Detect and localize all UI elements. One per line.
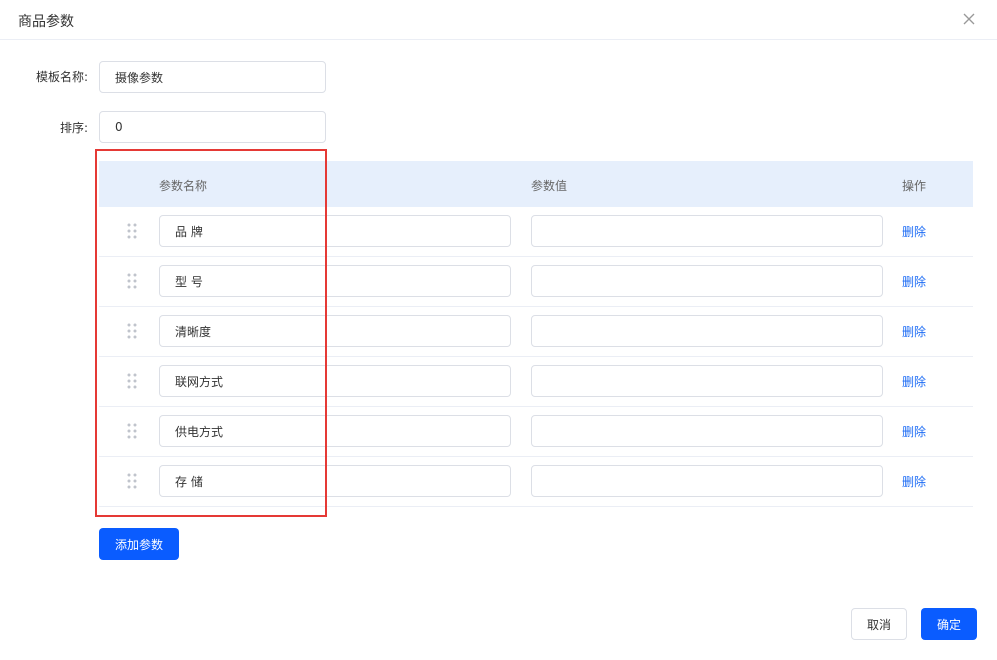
header-param-name: 参数名称 xyxy=(159,179,208,193)
delete-link[interactable]: 删除 xyxy=(902,473,926,490)
delete-link[interactable]: 删除 xyxy=(902,373,926,390)
table-row: 删除 xyxy=(99,307,973,357)
param-name-input[interactable] xyxy=(159,465,511,497)
table-row: 删除 xyxy=(99,257,973,307)
dialog-title: 商品参数 xyxy=(18,14,74,30)
param-table-header: 参数名称 参数值 操作 xyxy=(99,161,973,207)
cancel-button[interactable]: 取消 xyxy=(851,608,907,640)
drag-handle-icon[interactable] xyxy=(127,223,137,239)
delete-link[interactable]: 删除 xyxy=(902,273,926,290)
drag-handle-icon[interactable] xyxy=(127,373,137,389)
param-name-input[interactable] xyxy=(159,215,511,247)
param-value-input[interactable] xyxy=(531,265,883,297)
drag-handle-icon[interactable] xyxy=(127,273,137,289)
delete-link[interactable]: 删除 xyxy=(902,423,926,440)
param-value-input[interactable] xyxy=(531,215,883,247)
drag-handle-icon[interactable] xyxy=(127,323,137,339)
param-name-input[interactable] xyxy=(159,265,511,297)
delete-link[interactable]: 删除 xyxy=(902,323,926,340)
table-row: 删除 xyxy=(99,457,973,507)
sort-input[interactable] xyxy=(99,111,326,143)
close-icon[interactable] xyxy=(960,10,978,28)
drag-handle-icon[interactable] xyxy=(127,473,137,489)
table-row: 删除 xyxy=(99,407,973,457)
param-value-input[interactable] xyxy=(531,365,883,397)
param-name-input[interactable] xyxy=(159,315,511,347)
sort-label: 排序: xyxy=(59,121,88,135)
param-value-input[interactable] xyxy=(531,415,883,447)
delete-link[interactable]: 删除 xyxy=(902,223,926,240)
template-name-input[interactable] xyxy=(99,61,326,93)
header-param-value: 参数值 xyxy=(531,179,568,193)
template-name-label: 模板名称: xyxy=(35,70,88,84)
table-row: 删除 xyxy=(99,207,973,257)
param-value-input[interactable] xyxy=(531,315,883,347)
dialog-header: 商品参数 xyxy=(0,0,997,40)
add-param-button[interactable]: 添加参数 xyxy=(99,528,179,560)
confirm-button[interactable]: 确定 xyxy=(921,608,977,640)
param-name-input[interactable] xyxy=(159,415,511,447)
param-name-input[interactable] xyxy=(159,365,511,397)
table-row: 删除 xyxy=(99,357,973,407)
header-action: 操作 xyxy=(902,179,927,193)
drag-handle-icon[interactable] xyxy=(127,423,137,439)
param-value-input[interactable] xyxy=(531,465,883,497)
